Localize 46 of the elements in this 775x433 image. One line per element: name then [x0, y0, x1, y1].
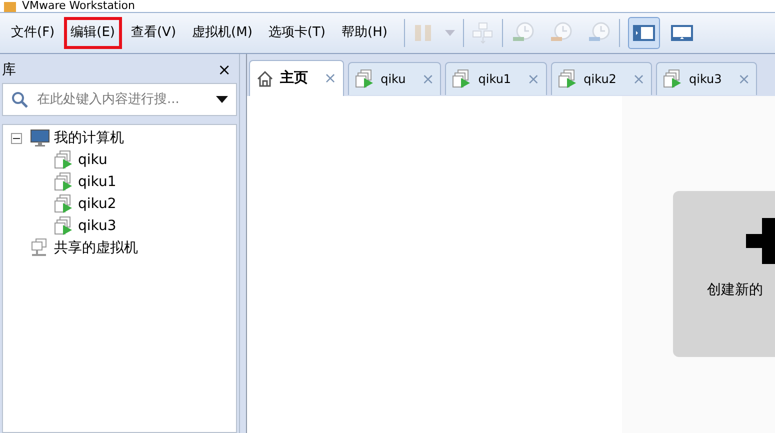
sidebar-view-button[interactable] [628, 17, 660, 49]
close-button[interactable]: × [214, 62, 235, 78]
tab[interactable]: qiku2 × [550, 62, 652, 95]
vm-icon [54, 172, 74, 192]
tab-label: qiku3 [689, 71, 722, 88]
vm-icon [558, 69, 578, 89]
tree-item[interactable]: 我的计算机 [54, 128, 124, 148]
tree-item[interactable]: qiku2 [78, 194, 116, 214]
menu-item[interactable]: 帮助(H) [334, 17, 394, 49]
tree-item[interactable]: 共享的虚拟机 [54, 238, 138, 258]
tab[interactable]: qiku × [348, 62, 442, 95]
vm-icon [452, 69, 472, 89]
home-icon [256, 70, 274, 88]
sidebar-layout-icon [632, 23, 656, 43]
menu-item[interactable]: 选项卡(T) [261, 17, 332, 49]
panel-title: 库 [2, 60, 16, 80]
menu-item[interactable]: 文件(F) [4, 17, 62, 49]
collapse-toggle[interactable] [11, 132, 22, 144]
dropdown-caret-icon[interactable] [216, 96, 228, 103]
tab[interactable]: 主页 × [249, 60, 344, 96]
menu-item[interactable]: 编辑(E) [64, 17, 122, 49]
menu-item[interactable]: 查看(V) [124, 17, 184, 49]
menu-item[interactable]: 虚拟机(M) [185, 17, 260, 49]
card-label: 创建新的 [707, 281, 763, 300]
tab[interactable]: qiku1 × [445, 62, 547, 95]
computer-icon [30, 129, 50, 147]
vm-icon [54, 194, 74, 214]
monitor-icon [670, 23, 694, 43]
tree-item[interactable]: qiku1 [78, 172, 116, 192]
tree-item[interactable]: qiku [78, 150, 108, 170]
search-input[interactable]: 在此处键入内容进行搜... [37, 90, 208, 110]
window-title: VMware Workstation [22, 0, 136, 12]
search-field[interactable]: 在此处键入内容进行搜... [2, 83, 237, 116]
app-logo-icon [4, 2, 16, 12]
vm-icon [663, 69, 684, 89]
tab-label: 主页 [280, 68, 308, 88]
tab-label: qiku2 [584, 71, 616, 88]
search-icon [11, 90, 29, 108]
tab-label: qiku1 [478, 71, 512, 88]
vm-icon [354, 69, 375, 89]
vm-icon [54, 150, 74, 170]
tab[interactable]: qiku3 × [656, 62, 758, 95]
create-vm-card[interactable]: 创建新的 [673, 191, 775, 357]
tab-label: qiku [380, 71, 406, 88]
vm-icon [54, 216, 74, 236]
tree-item[interactable]: qiku3 [78, 216, 116, 236]
